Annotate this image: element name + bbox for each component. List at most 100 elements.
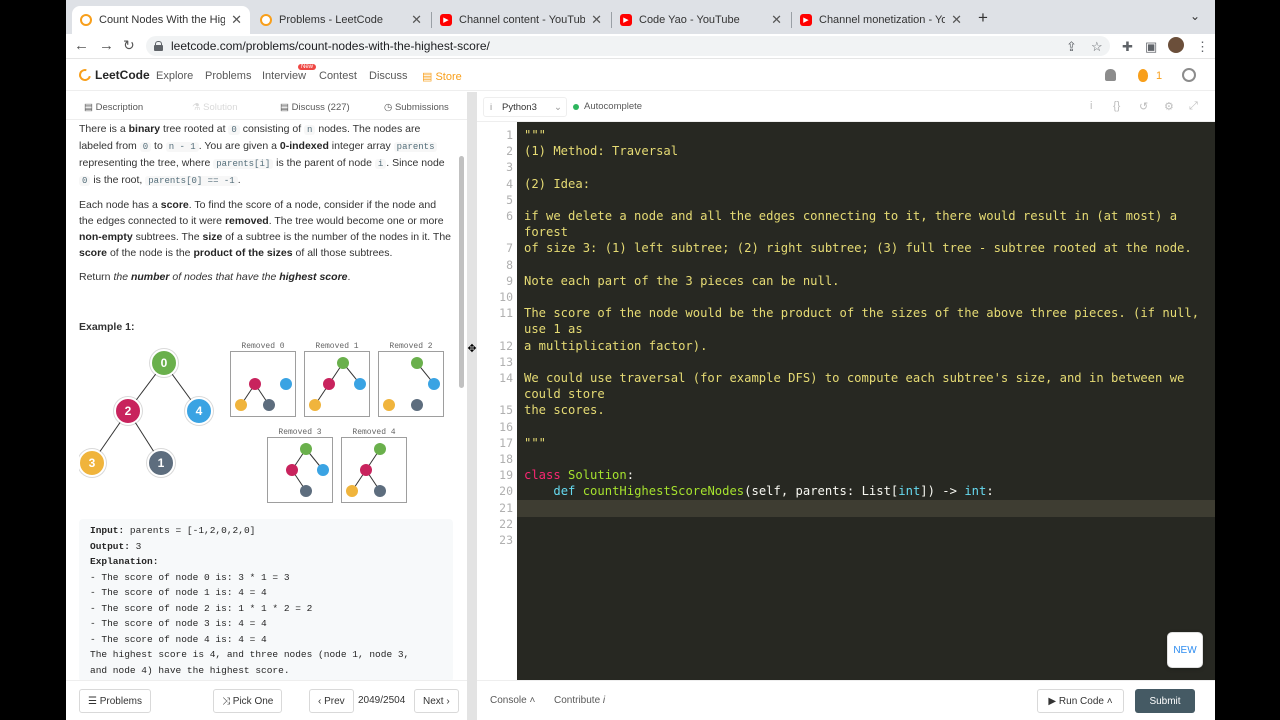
info-icon: i xyxy=(602,695,606,706)
leetcode-logo[interactable]: LeetCode xyxy=(76,66,150,84)
profile-avatar[interactable] xyxy=(1168,37,1184,53)
store-label: Store xyxy=(435,71,462,83)
code-line: (1) Method: Traversal xyxy=(524,144,679,159)
line-number: 20 xyxy=(499,484,513,499)
braces-icon[interactable]: {} xyxy=(1113,100,1120,112)
close-icon[interactable]: ✕ xyxy=(951,12,962,28)
share-icon[interactable]: ⇪ xyxy=(1066,39,1077,55)
new-badge: New xyxy=(298,64,317,70)
tab-title: Channel content - YouTube Stu xyxy=(459,14,586,26)
sidepanel-icon[interactable]: ▣ xyxy=(1145,39,1157,55)
pick-one-button[interactable]: ⤨ Pick One xyxy=(213,689,283,713)
run-code-label: Run Code xyxy=(1058,695,1104,707)
reset-icon[interactable]: ↺ xyxy=(1139,100,1148,113)
description-scrollbar[interactable] xyxy=(459,156,464,388)
fullscreen-icon[interactable]: ⤢ xyxy=(1189,100,1198,113)
editor-toolbar: i Python3 ⌄ Autocomplete i {} ↺ ⚙ ⤢ xyxy=(477,92,1215,122)
nav-explore[interactable]: Explore xyxy=(156,70,193,82)
problem-footer: ☰ Problems ⤨ Pick One ‹ Prev 2049/2504 N… xyxy=(66,680,467,720)
contribute-label: Contribute xyxy=(554,695,601,706)
tab-strip: Count Nodes With the Highest ✕ Problems … xyxy=(66,0,1215,34)
browser-tab-1[interactable]: Problems - LeetCode ✕ xyxy=(252,6,430,34)
problems-list-button[interactable]: ☰ Problems xyxy=(79,689,151,713)
tab-discuss[interactable]: ▤ Discuss (227) xyxy=(280,102,350,113)
streak-flame-icon[interactable] xyxy=(1138,69,1148,82)
code-line: could store xyxy=(524,387,605,402)
code-line: a multiplication factor). xyxy=(524,338,708,353)
problem-tabs: ▤ Description ⚗ Solution ▤ Discuss (227)… xyxy=(66,92,467,120)
info-icon[interactable]: i xyxy=(1090,100,1092,112)
console-toggle[interactable]: Console ˄ xyxy=(490,695,535,706)
example-tree-figure: 0 2 4 3 1 Removed 0 Removed 1 Removed 2 xyxy=(79,342,453,515)
close-icon[interactable]: ✕ xyxy=(591,12,602,28)
right-black-bar xyxy=(1215,0,1280,720)
language-select[interactable]: i Python3 ⌄ xyxy=(483,97,567,117)
url-field[interactable]: leetcode.com/problems/count-nodes-with-t… xyxy=(146,36,1110,56)
line-number-gutter: 1 2 3 4 5 6 7 8 9 10 11 12 13 14 15 16 17 18 19 20 21 22 23 xyxy=(477,122,517,680)
line-number: 2 xyxy=(506,144,513,159)
tab-submissions[interactable]: ◷ Submissions xyxy=(384,102,449,113)
youtube-icon: ▶ xyxy=(440,14,452,26)
code-line: Note each part of the 3 pieces can be nu… xyxy=(524,273,840,288)
tree-node: 3 xyxy=(79,449,106,477)
youtube-icon: ▶ xyxy=(800,14,812,26)
tab-description[interactable]: ▤ Description xyxy=(84,102,143,113)
new-tab-icon[interactable]: + xyxy=(978,8,988,28)
nav-store[interactable]: ▤ Store xyxy=(422,70,462,83)
console-label: Console xyxy=(490,695,527,706)
nav-contest[interactable]: Contest xyxy=(319,70,357,82)
code-line: forest xyxy=(524,225,569,240)
autocomplete-toggle[interactable]: Autocomplete xyxy=(573,101,642,112)
forward-icon[interactable]: → xyxy=(99,37,114,54)
user-account-icon[interactable] xyxy=(1182,68,1196,82)
chevron-up-icon: ˄ xyxy=(1106,695,1113,707)
close-icon[interactable]: ✕ xyxy=(771,12,782,28)
chevron-down-icon: ⌄ xyxy=(554,101,562,113)
browser-tab-4[interactable]: ▶ Channel monetization - YouTub ✕ xyxy=(792,6,970,34)
mini-tree xyxy=(309,357,366,411)
back-icon[interactable]: ← xyxy=(74,37,89,54)
notification-bell-icon[interactable] xyxy=(1105,69,1116,81)
line-number: 10 xyxy=(499,290,513,304)
run-code-button[interactable]: ▶ Run Code ˄ xyxy=(1037,689,1124,713)
code-line: the scores. xyxy=(524,403,605,418)
resize-handle-icon[interactable]: ✥ xyxy=(467,344,477,355)
nav-problems[interactable]: Problems xyxy=(205,70,251,82)
browser-tab-0[interactable]: Count Nodes With the Highest ✕ xyxy=(72,6,250,34)
close-icon[interactable]: ✕ xyxy=(231,12,242,28)
next-button[interactable]: Next › xyxy=(414,689,459,713)
contribute-link[interactable]: Contribute i xyxy=(554,695,605,706)
play-icon: ▶ xyxy=(1048,695,1057,707)
streak-count: 1 xyxy=(1156,70,1163,82)
paragraph-3: Return the number of nodes that have the… xyxy=(79,271,351,283)
nav-discuss[interactable]: Discuss xyxy=(369,70,408,82)
tree-node: 4 xyxy=(185,397,213,425)
close-icon[interactable]: ✕ xyxy=(411,12,422,28)
extensions-puzzle-icon[interactable]: ✚ xyxy=(1122,39,1133,55)
line-number: 9 xyxy=(506,273,513,288)
menu-kebab-icon[interactable]: ⋮ xyxy=(1196,39,1209,55)
bookmark-star-icon[interactable]: ☆ xyxy=(1091,39,1103,55)
line-number: 19 xyxy=(499,468,513,483)
prev-button[interactable]: ‹ Prev xyxy=(309,689,354,713)
shuffle-icon: ⤨ xyxy=(222,695,230,707)
browser-tab-3[interactable]: ▶ Code Yao - YouTube ✕ xyxy=(612,6,790,34)
code-line-class: class Solution: xyxy=(524,468,635,482)
clock-icon: ◷ xyxy=(384,102,393,113)
logo-text: LeetCode xyxy=(95,68,150,82)
line-number: 12 xyxy=(499,338,513,353)
leetcode-logo-icon xyxy=(76,66,94,84)
nav-interview[interactable]: Interview xyxy=(262,70,306,82)
tab-solution[interactable]: ⚗ Solution xyxy=(192,102,238,113)
description-icon: ▤ xyxy=(84,102,93,113)
new-feature-button[interactable]: NEW xyxy=(1167,632,1203,668)
list-icon: ☰ xyxy=(88,695,97,707)
tab-search-chevron-icon[interactable]: ⌄ xyxy=(1190,9,1200,23)
panel-splitter[interactable]: ✥ xyxy=(467,92,477,720)
settings-icon[interactable]: ⚙ xyxy=(1164,100,1174,113)
submit-button[interactable]: Submit xyxy=(1135,689,1195,713)
reload-icon[interactable]: ↻ xyxy=(123,37,135,54)
code-editor[interactable] xyxy=(517,122,1215,680)
line-number: 16 xyxy=(499,419,513,434)
browser-tab-2[interactable]: ▶ Channel content - YouTube Stu ✕ xyxy=(432,6,610,34)
